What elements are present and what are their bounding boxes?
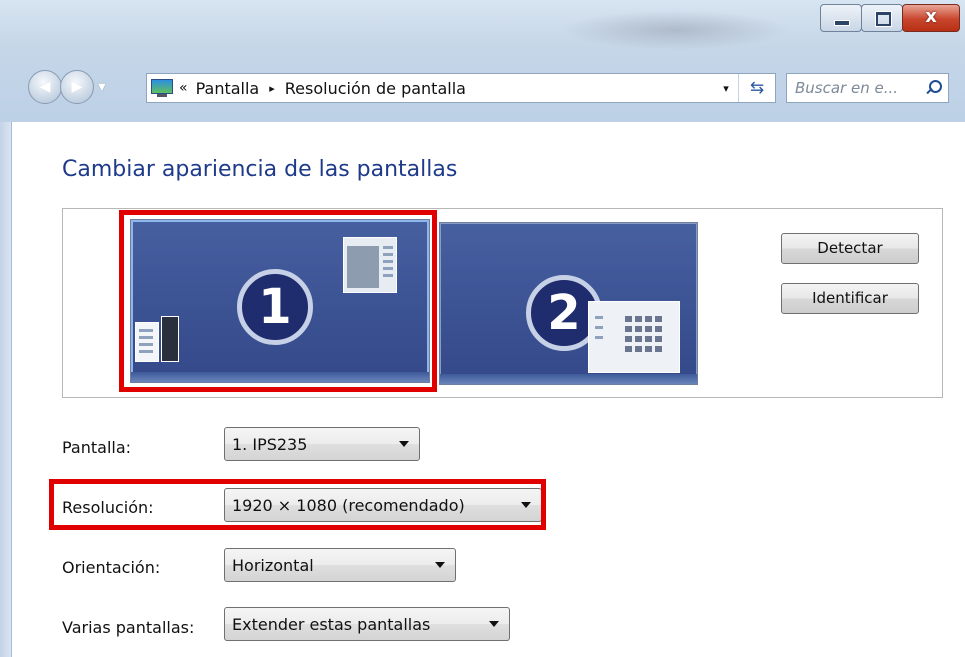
display-control-panel-icon — [151, 79, 173, 97]
address-bar[interactable]: « Pantalla ▸ Resolución de pantalla ▾ ⇆ — [146, 73, 776, 103]
chevron-down-icon — [435, 562, 445, 568]
close-icon: x — [925, 6, 937, 27]
close-button[interactable]: x — [902, 4, 960, 32]
chevron-down-icon — [399, 441, 409, 447]
window-titlebar: x ◀ ▶ ▼ « Pantalla ▸ Resolución de panta… — [0, 0, 965, 122]
orientation-select-value: Horizontal — [232, 555, 314, 575]
monitor-2[interactable]: 2 — [439, 222, 698, 385]
window-title-blur — [560, 10, 790, 50]
identify-button[interactable]: Identificar — [781, 283, 919, 314]
display-label: Pantalla: — [62, 438, 132, 457]
multiple-displays-select[interactable]: Extender estas pantallas — [224, 607, 510, 641]
breadcrumb-separator-icon[interactable]: ▸ — [269, 82, 275, 95]
display-select-value: 1. IPS235 — [232, 434, 308, 454]
search-placeholder[interactable]: Buscar en e... — [795, 79, 898, 97]
back-button[interactable]: ◀ — [28, 70, 62, 104]
detect-button[interactable]: Detectar — [781, 233, 919, 264]
search-icon[interactable] — [925, 80, 942, 96]
page-title: Cambiar apariencia de las pantallas — [62, 157, 458, 182]
chevron-down-icon — [489, 621, 499, 627]
forward-button[interactable]: ▶ — [60, 70, 94, 104]
minimize-button[interactable] — [820, 4, 862, 32]
search-box[interactable]: Buscar en e... — [786, 73, 949, 103]
maximize-icon — [875, 11, 892, 27]
navigation-buttons: ◀ ▶ ▼ — [28, 70, 106, 104]
back-arrow-icon: ◀ — [39, 79, 51, 95]
forward-arrow-icon: ▶ — [71, 79, 83, 95]
refresh-icon[interactable]: ⇆ — [739, 78, 775, 98]
maximize-button[interactable] — [861, 4, 903, 32]
minimize-icon — [834, 20, 850, 26]
breadcrumb-pantalla[interactable]: Pantalla — [196, 79, 260, 98]
recent-pages-dropdown-icon[interactable]: ▼ — [98, 82, 106, 93]
window-left-border — [0, 122, 12, 657]
multiple-displays-select-value: Extender estas pantallas — [232, 614, 431, 634]
highlight-box-monitor-1 — [119, 210, 437, 392]
orientation-label: Orientación: — [62, 558, 161, 577]
display-select[interactable]: 1. IPS235 — [224, 427, 420, 461]
multiple-displays-label: Varias pantallas: — [62, 618, 195, 637]
address-overflow-chevron[interactable]: « — [179, 80, 188, 96]
address-dropdown-icon[interactable]: ▾ — [714, 74, 739, 102]
start-tiles-icon — [588, 301, 680, 373]
breadcrumb-resolucion[interactable]: Resolución de pantalla — [285, 79, 466, 98]
orientation-select[interactable]: Horizontal — [224, 548, 456, 582]
highlight-box-resolution — [49, 479, 546, 530]
window-controls: x — [820, 4, 960, 32]
